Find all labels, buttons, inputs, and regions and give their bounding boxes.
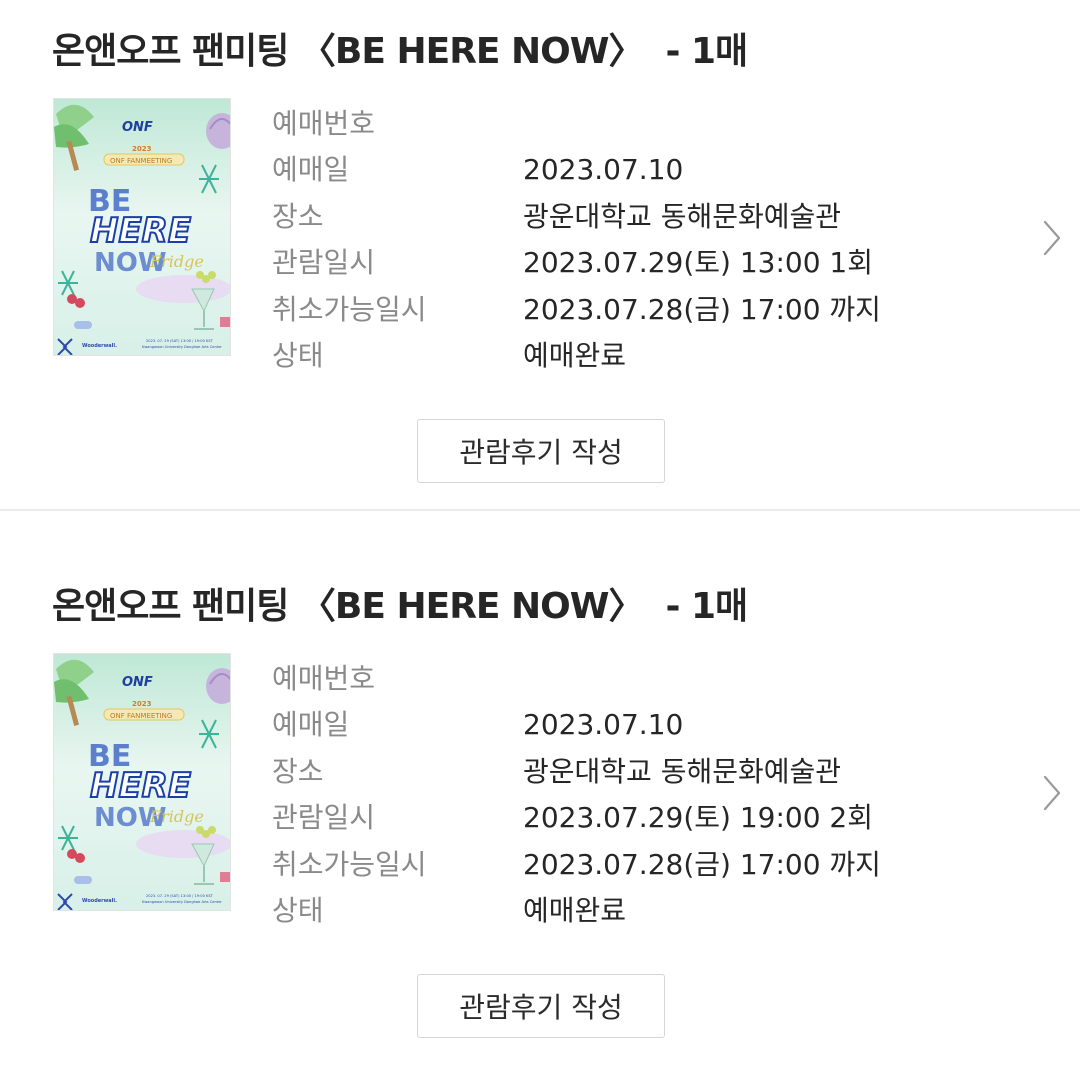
poster-footer-line2: Kwangwoon University Donghae Arts Center xyxy=(142,900,222,904)
detail-label: 관람일시 xyxy=(272,246,376,280)
poster-label-badge: ONF FANMEETING xyxy=(110,157,172,165)
detail-value: 예매완료 xyxy=(523,893,627,927)
detail-cancel-deadline: 취소가능일시 2023.07.28(금) 17:00 까지 xyxy=(272,290,992,336)
detail-label: 상태 xyxy=(272,893,324,927)
detail-booking-number: 예매번호 xyxy=(272,659,992,705)
write-review-button[interactable]: 관람후기 작성 xyxy=(417,419,665,483)
detail-show-datetime: 관람일시 2023.07.29(토) 13:00 1회 xyxy=(272,243,992,289)
section-divider xyxy=(0,509,1080,511)
event-title: 온앤오프 팬미팅 〈BE HERE NOW〉 xyxy=(52,31,644,72)
detail-label: 예매일 xyxy=(272,708,350,742)
event-poster[interactable]: ONF 2023 ONF FANMEETING BE HERE NOW Frid… xyxy=(53,653,231,911)
ticket-quantity: - 1매 xyxy=(665,586,748,627)
poster-headline-mid: HERE xyxy=(90,766,191,806)
detail-value: 2023.07.28(금) 17:00 까지 xyxy=(523,292,881,326)
detail-booking-date: 예매일 2023.07.10 xyxy=(272,705,992,751)
booking-title[interactable]: 온앤오프 팬미팅 〈BE HERE NOW〉 - 1매 xyxy=(52,22,748,72)
detail-booking-date: 예매일 2023.07.10 xyxy=(272,150,992,196)
detail-value: 광운대학교 동해문화예술관 xyxy=(523,199,842,233)
detail-value: 광운대학교 동해문화예술관 xyxy=(523,754,842,788)
detail-show-datetime: 관람일시 2023.07.29(토) 19:00 2회 xyxy=(272,798,992,844)
booking-card: 온앤오프 팬미팅 〈BE HERE NOW〉 - 1매 ONF 2023 ONF … xyxy=(0,0,1080,511)
poster-year-badge: 2023 xyxy=(132,700,152,708)
detail-label: 예매일 xyxy=(272,153,350,187)
detail-label: 장소 xyxy=(272,199,324,233)
poster-brand-text: ONF xyxy=(122,675,153,690)
write-review-button[interactable]: 관람후기 작성 xyxy=(417,974,665,1038)
detail-booking-number: 예매번호 xyxy=(272,104,992,150)
poster-agency: Wooderwall. xyxy=(82,898,117,904)
chevron-right-icon[interactable] xyxy=(1040,773,1064,813)
detail-value: 예매완료 xyxy=(523,338,627,372)
poster-footer-line1: 2023. 07. 29 (SAT) 13:00 / 19:00 KST xyxy=(146,339,214,343)
poster-script: Fridge xyxy=(149,252,204,271)
detail-value: 2023.07.28(금) 17:00 까지 xyxy=(523,847,881,881)
detail-label: 취소가능일시 xyxy=(272,292,427,326)
poster-script: Fridge xyxy=(149,807,204,826)
detail-label: 예매번호 xyxy=(272,107,376,140)
detail-label: 장소 xyxy=(272,754,324,788)
poster-year-badge: 2023 xyxy=(132,145,152,153)
detail-status: 상태 예매완료 xyxy=(272,891,992,937)
event-poster[interactable]: ONF 2023 ONF FANMEETING BE HERE NOW Frid… xyxy=(53,98,231,356)
poster-footer-line1: 2023. 07. 29 (SAT) 13:00 / 19:00 KST xyxy=(146,894,214,898)
detail-label: 상태 xyxy=(272,338,324,372)
poster-label-badge: ONF FANMEETING xyxy=(110,712,172,720)
detail-label: 관람일시 xyxy=(272,801,376,835)
poster-brand-text: ONF xyxy=(122,120,153,135)
booking-details: 예매번호 예매일 2023.07.10 장소 광운대학교 동해문화예술관 관람일… xyxy=(272,659,992,937)
poster-headline-mid: HERE xyxy=(90,211,191,251)
booking-title[interactable]: 온앤오프 팬미팅 〈BE HERE NOW〉 - 1매 xyxy=(52,577,748,627)
ticket-quantity: - 1매 xyxy=(665,31,748,72)
detail-value: 2023.07.10 xyxy=(523,153,684,187)
detail-value: 2023.07.29(토) 13:00 1회 xyxy=(523,246,873,280)
detail-venue: 장소 광운대학교 동해문화예술관 xyxy=(272,752,992,798)
detail-value: 2023.07.10 xyxy=(523,708,684,742)
poster-agency: Wooderwall. xyxy=(82,343,117,349)
detail-label: 예매번호 xyxy=(272,662,376,695)
detail-venue: 장소 광운대학교 동해문화예술관 xyxy=(272,197,992,243)
detail-cancel-deadline: 취소가능일시 2023.07.28(금) 17:00 까지 xyxy=(272,845,992,891)
detail-value: 2023.07.29(토) 19:00 2회 xyxy=(523,801,873,835)
event-title: 온앤오프 팬미팅 〈BE HERE NOW〉 xyxy=(52,586,644,627)
booking-card: 온앤오프 팬미팅 〈BE HERE NOW〉 - 1매 ONF 2023 ONF … xyxy=(0,555,1080,1065)
poster-footer-line2: Kwangwoon University Donghae Arts Center xyxy=(142,345,222,349)
detail-status: 상태 예매완료 xyxy=(272,336,992,382)
chevron-right-icon[interactable] xyxy=(1040,218,1064,258)
detail-label: 취소가능일시 xyxy=(272,847,427,881)
booking-details: 예매번호 예매일 2023.07.10 장소 광운대학교 동해문화예술관 관람일… xyxy=(272,104,992,382)
